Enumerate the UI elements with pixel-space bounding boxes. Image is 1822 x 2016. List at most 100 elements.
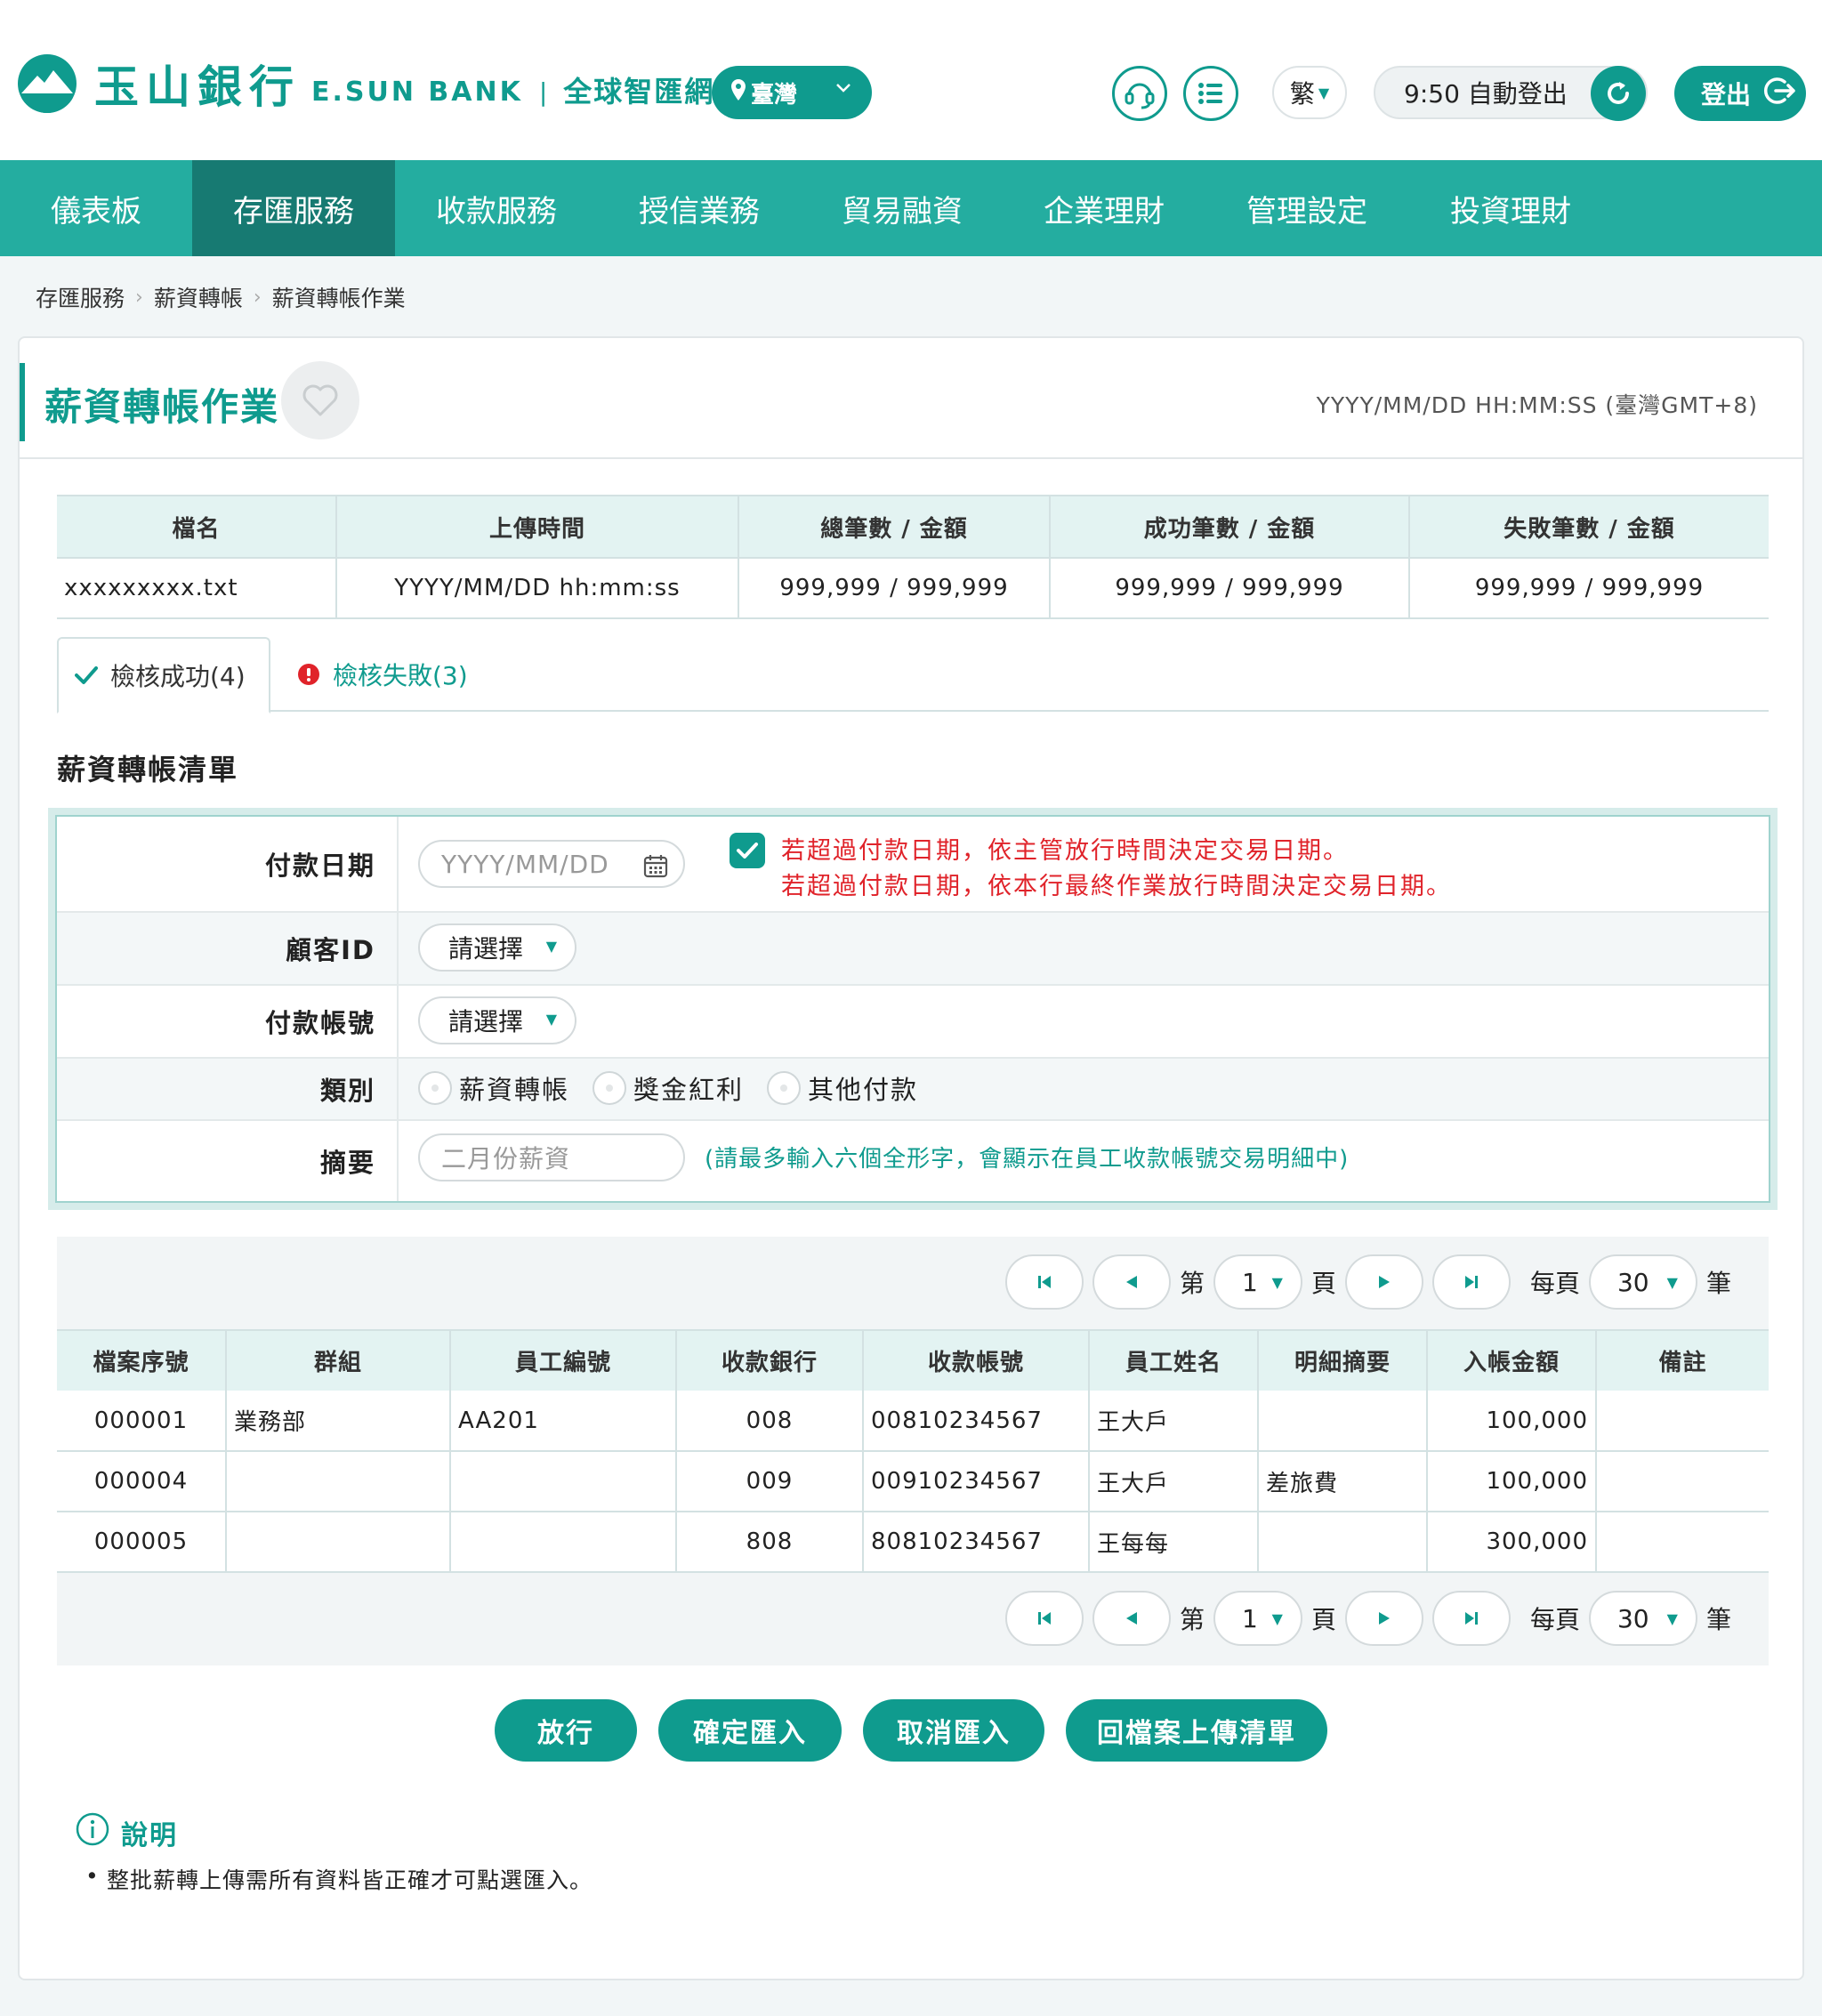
page-suffix: 頁 <box>1310 1269 1336 1298</box>
form-row-customer-id: 顧客ID 請選擇 ▼ <box>57 913 1769 986</box>
tab-label: 檢核失敗(3) <box>333 661 468 690</box>
calendar-icon[interactable] <box>642 852 669 885</box>
memo-label: 摘要 <box>57 1121 399 1201</box>
notes-title: 說明 <box>121 1820 178 1851</box>
prev-page-button[interactable] <box>1092 1254 1171 1310</box>
info-icon <box>75 1811 110 1854</box>
customer-id-select[interactable]: 請選擇 ▼ <box>418 923 576 972</box>
nav-deposit-remittance[interactable]: 存匯服務 <box>192 160 395 256</box>
tab-validation-failure[interactable]: 檢核失敗(3) <box>290 637 468 712</box>
pay-date-value: YYYY/MM/DD 若超過付款日期，依主管放行時間決定交易日期。 若超過付款日… <box>399 817 1769 911</box>
type-value: 薪資轉帳 獎金紅利 其他付款 <box>399 1059 1769 1119</box>
caret-down-icon: ▼ <box>1666 1610 1678 1627</box>
menu-list-button[interactable] <box>1183 66 1238 121</box>
cancel-import-button[interactable]: 取消匯入 <box>863 1699 1044 1762</box>
logout-label: 登出 <box>1701 80 1752 109</box>
radio-label: 獎金紅利 <box>633 1075 745 1105</box>
type-radio-salary[interactable]: 薪資轉帳 <box>418 1069 569 1107</box>
validation-tabs: 檢核成功(4) 檢核失敗(3) <box>57 637 1769 714</box>
account-cell: 00810234567 <box>863 1391 1090 1452</box>
memo-hint: (請最多輸入六個全形字，會顯示在員工收款帳號交易明細中) <box>705 1146 1350 1173</box>
column-header: 員工編號 <box>450 1329 677 1391</box>
group-cell: 業務部 <box>226 1391 451 1452</box>
per-page-select[interactable]: 30 ▼ <box>1588 1254 1697 1310</box>
checkmark-icon <box>75 665 98 685</box>
headset-icon <box>1125 83 1155 109</box>
memo-value: 二月份薪資 (請最多輸入六個全形字，會顯示在員工收款帳號交易明細中) <box>399 1121 1769 1201</box>
remark-cell <box>1596 1391 1769 1452</box>
logo-separator: | <box>538 77 548 107</box>
radio-button[interactable] <box>593 1071 627 1105</box>
form-row-type: 類別 薪資轉帳 獎金紅利 其他付款 <box>57 1059 1769 1121</box>
next-page-button[interactable] <box>1344 1591 1423 1646</box>
back-to-upload-list-button[interactable]: 回檔案上傳清單 <box>1066 1699 1327 1762</box>
tab-validation-success[interactable]: 檢核成功(4) <box>57 637 270 714</box>
notes-item: 整批薪轉上傳需所有資料皆正確才可點選匯入。 <box>85 1863 593 1895</box>
main-nav: 儀表板 存匯服務 收款服務 授信業務 貿易融資 企業理財 管理設定 投資理財 <box>0 160 1822 256</box>
account-value: 請選擇 ▼ <box>399 986 1769 1057</box>
radio-button[interactable] <box>767 1071 802 1105</box>
esun-logo-icon <box>18 54 77 113</box>
nav-corporate-wealth[interactable]: 企業理財 <box>1004 160 1205 256</box>
type-radio-other[interactable]: 其他付款 <box>767 1069 918 1107</box>
region-selector[interactable]: 臺灣 <box>712 66 872 119</box>
page-prefix: 第 <box>1179 1269 1205 1298</box>
prev-page-button[interactable] <box>1092 1591 1171 1646</box>
pay-date-input[interactable]: YYYY/MM/DD <box>418 840 685 888</box>
column-header: 成功筆數 / 金額 <box>1050 495 1410 558</box>
per-page-select[interactable]: 30 ▼ <box>1588 1591 1697 1646</box>
per-page-suffix: 筆 <box>1705 1605 1731 1634</box>
nav-credit[interactable]: 授信業務 <box>598 160 801 256</box>
memo-input[interactable]: 二月份薪資 <box>418 1133 685 1181</box>
failure-cell: 999,999 / 999,999 <box>1409 557 1769 619</box>
location-pin-icon <box>731 79 746 106</box>
radio-label: 其他付款 <box>808 1075 919 1105</box>
last-page-button[interactable] <box>1431 1254 1511 1310</box>
account-cell: 80810234567 <box>863 1512 1090 1573</box>
memo-cell: 差旅費 <box>1258 1451 1428 1512</box>
language-selector[interactable]: 繁 ▼ <box>1272 66 1347 119</box>
column-header: 明細摘要 <box>1258 1329 1428 1391</box>
radio-button[interactable] <box>418 1071 452 1105</box>
group-cell <box>226 1512 451 1573</box>
last-page-button[interactable] <box>1431 1591 1511 1646</box>
table-row: xxxxxxxxx.txt YYYY/MM/DD hh:mm:ss 999,99… <box>57 557 1769 619</box>
account-label: 付款帳號 <box>57 986 399 1057</box>
notes-heading: 說明 <box>75 1811 178 1854</box>
bank-logo[interactable]: 玉山銀行 E.SUN BANK | 全球智匯網 <box>18 52 714 116</box>
nav-dashboard[interactable]: 儀表板 <box>0 160 192 256</box>
breadcrumb-item[interactable]: 薪資轉帳 <box>154 281 243 313</box>
employee-id-cell: AA201 <box>450 1391 677 1452</box>
table-row: 000005 808 80810234567 王每每 300,000 <box>57 1512 1769 1573</box>
nav-trade-finance[interactable]: 貿易融資 <box>801 160 1004 256</box>
release-button[interactable]: 放行 <box>495 1699 637 1762</box>
deadline-checkbox[interactable] <box>730 833 765 868</box>
title-accent-bar <box>20 363 25 441</box>
page-suffix: 頁 <box>1310 1605 1336 1634</box>
breadcrumb-item[interactable]: 存匯服務 <box>36 281 125 313</box>
nav-settings[interactable]: 管理設定 <box>1205 160 1409 256</box>
pagination: 第 1 ▼ 頁 每頁 30 ▼ 筆 <box>1004 1254 1740 1310</box>
bank-code-cell: 008 <box>676 1391 864 1452</box>
pager-bottom: 第 1 ▼ 頁 每頁 30 ▼ 筆 <box>57 1573 1769 1665</box>
table-row: 000001 業務部 AA201 008 00810234567 王大戶 100… <box>57 1391 1769 1452</box>
type-radio-bonus[interactable]: 獎金紅利 <box>593 1069 744 1107</box>
top-header: 玉山銀行 E.SUN BANK | 全球智匯網 臺灣 繁 ▼ 9:50 自動登出… <box>0 0 1822 160</box>
favorite-button[interactable] <box>281 361 359 439</box>
next-page-button[interactable] <box>1344 1254 1423 1310</box>
pager-top: 第 1 ▼ 頁 每頁 30 ▼ 筆 <box>57 1237 1769 1329</box>
confirm-import-button[interactable]: 確定匯入 <box>658 1699 842 1762</box>
account-select[interactable]: 請選擇 ▼ <box>418 996 576 1044</box>
page-number-select[interactable]: 1 ▼ <box>1213 1254 1302 1310</box>
customer-service-button[interactable] <box>1112 66 1167 121</box>
file-name-cell: xxxxxxxxx.txt <box>57 557 337 619</box>
logout-button[interactable]: 登出 <box>1674 66 1806 121</box>
nav-investment[interactable]: 投資理財 <box>1409 160 1612 256</box>
per-page-value: 30 <box>1616 1603 1649 1633</box>
first-page-button[interactable] <box>1004 1591 1084 1646</box>
page-number-select[interactable]: 1 ▼ <box>1213 1591 1302 1646</box>
first-page-button[interactable] <box>1004 1254 1084 1310</box>
nav-collection[interactable]: 收款服務 <box>395 160 598 256</box>
session-refresh-button[interactable] <box>1591 66 1646 121</box>
tab-label: 檢核成功(4) <box>110 662 246 691</box>
